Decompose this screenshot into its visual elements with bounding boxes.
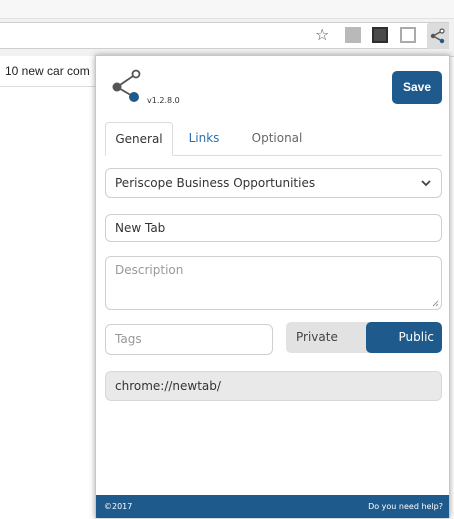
visibility-toggle: Private Public <box>286 322 442 353</box>
resize-grip-icon[interactable] <box>432 300 439 307</box>
copyright: ©2017 <box>104 502 133 511</box>
extension-popup: v1.2.8.0 Save General Links Optional Per… <box>95 55 450 518</box>
grey-extension-icon[interactable] <box>400 27 416 43</box>
description-textarea[interactable]: Description <box>105 256 442 310</box>
divider <box>0 86 96 87</box>
description-placeholder: Description <box>115 263 184 277</box>
footer: ©2017 Do you need help? <box>96 495 449 518</box>
browser-toolbar: ☆ <box>0 0 454 57</box>
category-select-value: Periscope Business Opportunities <box>115 176 316 190</box>
tab-links[interactable]: Links <box>177 122 231 155</box>
note-icon[interactable] <box>372 27 388 43</box>
tags-input[interactable]: Tags <box>105 324 273 355</box>
share-icon <box>430 28 445 44</box>
url-field: chrome://newtab/ <box>105 371 442 401</box>
tab-bar: General Links Optional <box>105 122 442 156</box>
page-link[interactable]: 10 new car com <box>5 64 90 78</box>
tab-optional[interactable]: Optional <box>241 122 313 155</box>
save-button[interactable]: Save <box>392 71 442 104</box>
private-option[interactable]: Private <box>286 322 366 353</box>
periscope-logo <box>112 69 141 102</box>
background-page: 10 new car com <box>0 56 96 519</box>
chevron-down-icon <box>421 180 431 187</box>
help-link[interactable]: Do you need help? <box>368 502 443 511</box>
star-icon[interactable]: ☆ <box>315 26 329 44</box>
pdf-icon[interactable] <box>345 27 361 43</box>
version-label: v1.2.8.0 <box>147 96 180 105</box>
category-select[interactable]: Periscope Business Opportunities <box>105 168 442 198</box>
title-input[interactable]: New Tab <box>105 214 442 242</box>
tab-general[interactable]: General <box>105 122 173 156</box>
share-extension-button[interactable] <box>427 23 449 49</box>
public-option[interactable]: Public <box>366 322 442 353</box>
tab-strip <box>0 0 454 19</box>
